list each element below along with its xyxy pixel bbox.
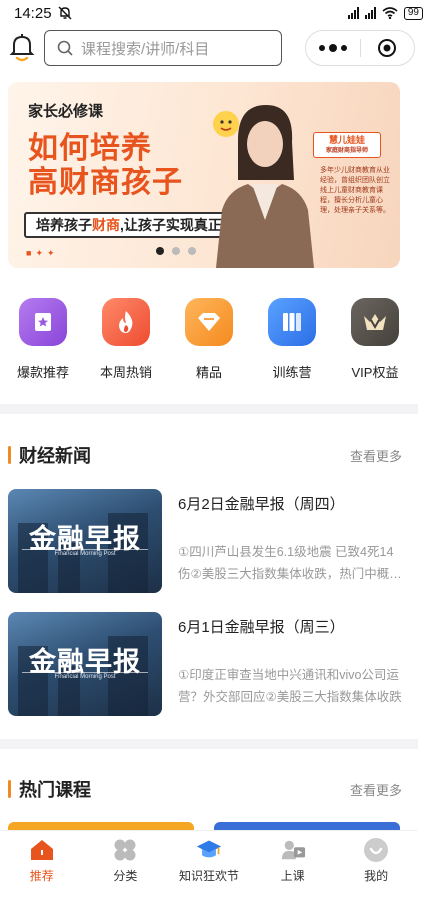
quick-nav-weekly-best[interactable]: 本周热销 xyxy=(97,298,155,381)
mute-bell-icon xyxy=(58,6,72,20)
section-accent-bar xyxy=(8,780,11,798)
tab-category[interactable]: 分类 xyxy=(85,831,165,888)
close-mini-program-button[interactable] xyxy=(360,38,414,58)
wifi-icon xyxy=(382,7,398,19)
instructor-name: 慧儿娃娃 xyxy=(328,135,365,145)
search-icon xyxy=(57,40,73,56)
square-icon: ■ xyxy=(26,248,32,258)
hd-signal-icon-2 xyxy=(364,7,376,19)
bell-icon[interactable] xyxy=(8,32,36,62)
section-divider xyxy=(0,404,418,414)
search-input[interactable]: 课程搜索/讲师/科目 xyxy=(44,30,282,66)
instructor-title: 家庭财商指导师 xyxy=(325,148,368,154)
news-thumbnail: 金融早报 Financial Morning Post xyxy=(8,489,162,593)
slogan-highlight-1: 财商 xyxy=(92,217,120,233)
banner-pagination xyxy=(156,247,196,255)
status-bar: 14:25 99 xyxy=(0,0,437,26)
tab-label: 推荐 xyxy=(29,869,54,883)
battery-icon: 99 xyxy=(403,6,423,20)
banner-headline-line1: 如何培养 xyxy=(28,132,152,165)
section-accent-bar xyxy=(8,446,11,464)
finance-news-title-text: 财经新闻 xyxy=(19,446,91,466)
hot-courses-title-text: 热门课程 xyxy=(19,780,91,800)
vip-crown-icon xyxy=(351,298,399,346)
mini-program-capsule xyxy=(305,30,415,66)
tab-label: 分类 xyxy=(113,869,138,883)
flame-icon xyxy=(102,298,150,346)
hot-courses-more-link[interactable]: 查看更多 xyxy=(350,780,402,799)
finance-news-more-link[interactable]: 查看更多 xyxy=(350,446,402,465)
sparkle-icon-2: ✦ xyxy=(46,248,55,258)
news-item[interactable]: 金融早报 Financial Morning Post 6月2日金融早报（周四）… xyxy=(8,489,404,593)
finance-news-title: 财经新闻 xyxy=(8,442,91,468)
tab-recommend[interactable]: 推荐 xyxy=(2,831,82,888)
books-icon xyxy=(268,298,316,346)
news-thumbnail: 金融早报 Financial Morning Post xyxy=(8,612,162,716)
news-title: 6月2日金融早报（周四） xyxy=(178,496,345,513)
quick-nav-premium[interactable]: 精品 xyxy=(180,298,238,381)
banner-headline-line2: 高财商孩子 xyxy=(28,166,183,199)
home-icon xyxy=(29,837,55,863)
more-menu-button[interactable] xyxy=(306,43,360,52)
quick-nav-label: 爆款推荐 xyxy=(16,365,69,380)
news-title: 6月1日金融早报（周三） xyxy=(178,619,345,636)
course-card-peek[interactable] xyxy=(214,822,400,830)
quick-nav-training-camp[interactable]: 训练营 xyxy=(263,298,321,381)
quick-nav: 爆款推荐 本周热销 精品 训练营 VIP权益 xyxy=(0,298,418,381)
tab-knowledge-festival[interactable]: 知识狂欢节 xyxy=(169,831,249,888)
thumbnail-rule xyxy=(22,549,148,550)
bottom-tab-bar: 推荐 分类 知识狂欢节 上课 我的 xyxy=(0,830,418,888)
tab-label: 知识狂欢节 xyxy=(178,869,239,883)
tab-label: 上课 xyxy=(280,869,305,883)
banner-decorations: ■ ✦ ✦ xyxy=(26,248,55,259)
instructor-namecard: 慧儿娃娃家庭财商指导师 xyxy=(313,132,381,158)
tab-label: 我的 xyxy=(364,869,389,883)
quick-nav-vip[interactable]: VIP权益 xyxy=(346,298,404,381)
banner-dot-3[interactable] xyxy=(188,247,196,255)
play-lesson-icon xyxy=(280,837,306,863)
banner-dot-2[interactable] xyxy=(172,247,180,255)
quick-nav-hot-picks[interactable]: 爆款推荐 xyxy=(14,298,72,381)
tab-class[interactable]: 上课 xyxy=(253,831,333,888)
section-divider xyxy=(0,739,418,749)
target-icon xyxy=(378,39,397,57)
slogan-mid: ,让孩子实现真正 xyxy=(120,217,222,233)
instructor-photo xyxy=(213,105,314,268)
banner-tag: 家长必修课 xyxy=(28,103,104,120)
news-item[interactable]: 金融早报 Financial Morning Post 6月1日金融早报（周三）… xyxy=(8,612,404,716)
search-placeholder: 课程搜索/讲师/科目 xyxy=(81,40,210,58)
category-icon xyxy=(112,837,138,863)
star-flag-icon xyxy=(19,298,67,346)
promo-banner[interactable]: 家长必修课 如何培养 高财商孩子 培养孩子财商,让孩子实现真正富足 慧儿娃娃家庭… xyxy=(8,82,400,268)
graduation-cap-icon xyxy=(196,837,222,863)
finance-news-header: 财经新闻 查看更多 xyxy=(8,443,402,467)
tab-profile[interactable]: 我的 xyxy=(336,831,416,888)
profile-icon xyxy=(363,837,389,863)
search-row: 课程搜索/讲师/科目 xyxy=(0,28,437,70)
hd-signal-icon xyxy=(347,7,359,19)
quick-nav-label: 精品 xyxy=(195,365,222,380)
thumbnail-subtitle: Financial Morning Post xyxy=(54,674,116,680)
status-time: 14:25 xyxy=(14,4,52,22)
hot-courses-header: 热门课程 查看更多 xyxy=(8,777,402,801)
slogan-prefix: 培养孩子 xyxy=(36,217,92,233)
sparkle-icon: ✦ xyxy=(35,248,43,258)
thumbnail-rule xyxy=(22,672,148,673)
banner-dot-1[interactable] xyxy=(156,247,164,255)
quick-nav-label: 本周热销 xyxy=(99,365,152,380)
hot-courses-title: 热门课程 xyxy=(8,776,91,802)
news-summary: ①四川芦山县发生6.1级地震 已致4死14伤②美股三大指数集体收跌，热门中概股普… xyxy=(178,545,402,581)
quick-nav-label: 训练营 xyxy=(272,365,312,380)
thumbnail-subtitle: Financial Morning Post xyxy=(54,551,116,557)
banner-headline: 如何培养 高财商孩子 xyxy=(28,132,183,200)
gem-icon xyxy=(185,298,233,346)
news-summary: ①印度正审查当地中兴通讯和vivo公司运营？外交部回应②美股三大指数集体收跌 xyxy=(178,668,402,704)
quick-nav-label: VIP权益 xyxy=(351,365,399,380)
instructor-bio: 多年少儿财商教育从业经验，曾组织团队创立线上儿童财商教育课程，擅长分析儿童心理，… xyxy=(320,167,390,214)
course-card-peek[interactable] xyxy=(8,822,194,830)
